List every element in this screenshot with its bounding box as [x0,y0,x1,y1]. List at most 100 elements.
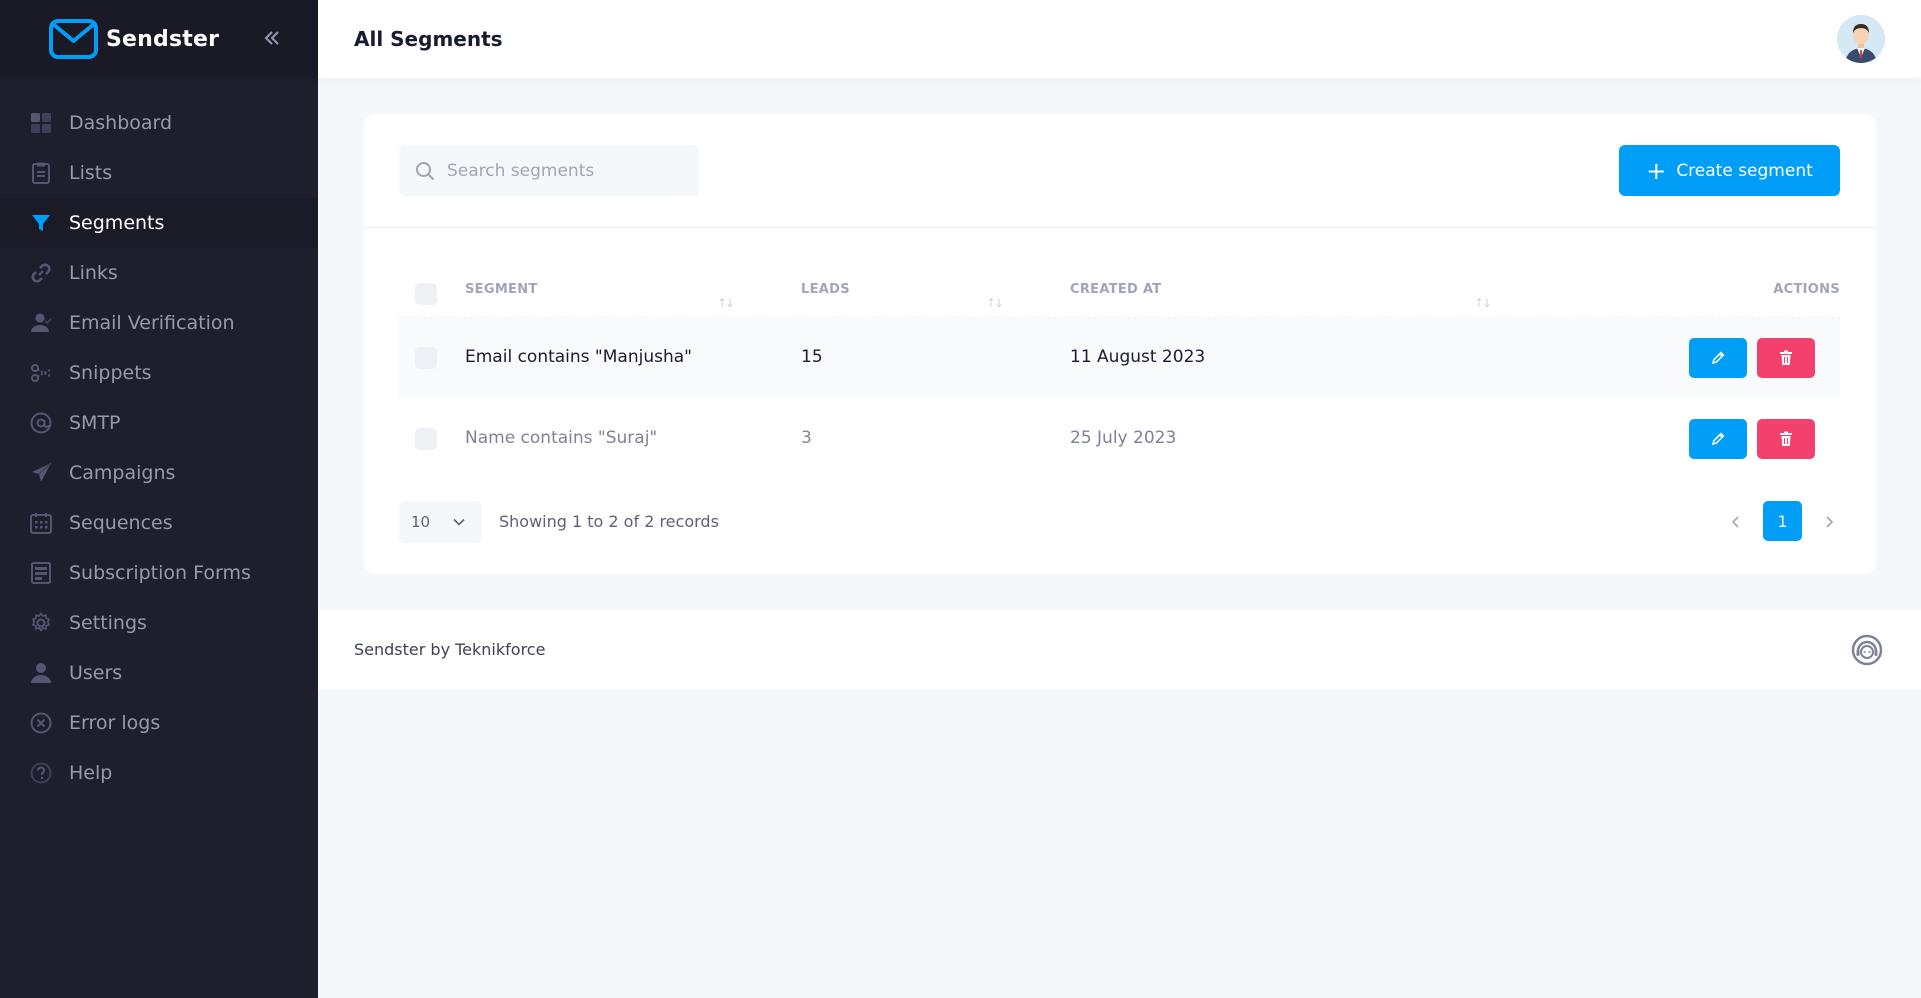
table-row[interactable]: Name contains "Suraj" 3 25 July 2023 [399,399,1840,480]
page-number-button[interactable]: 1 [1763,501,1802,541]
segment-leads: 3 [801,428,812,448]
sidebar-item-label: Subscription Forms [69,562,251,584]
column-header-actions: Actions [1773,282,1840,297]
calendar-icon [29,511,53,535]
sidebar-item-links[interactable]: Links [0,248,318,298]
segment-name: Name contains "Suraj" [465,428,658,448]
sidebar-item-label: Lists [69,162,113,184]
sidebar-item-label: Segments [69,212,165,234]
trash-icon [1780,431,1792,446]
sidebar-item-users[interactable]: Users [0,648,318,698]
support-headset-icon [1851,634,1883,666]
scissors-icon [29,361,53,385]
sidebar-item-label: Settings [69,612,147,634]
sidebar-item-email-verification[interactable]: Email Verification [0,298,318,348]
delete-button[interactable] [1757,338,1815,378]
sidebar-menu: Dashboard Lists Segments Links Email Ver… [0,78,318,798]
user-check-icon [29,311,53,335]
sidebar-item-segments[interactable]: Segments [0,198,318,248]
create-segment-label: Create segment [1676,160,1813,181]
page-title: All Segments [354,27,503,51]
sidebar-item-smtp[interactable]: SMTP [0,398,318,448]
sidebar-item-label: Sequences [69,512,173,534]
dashboard-icon [29,111,53,135]
segments-table: Segment ↑↓ Leads ↑↓ Created At ↑↓ Action… [399,264,1840,480]
sort-icon[interactable]: ↑↓ [1474,296,1492,310]
form-icon [29,561,53,585]
pencil-icon [1711,432,1725,446]
sort-icon[interactable]: ↑↓ [717,296,735,310]
sidebar-item-error-logs[interactable]: Error logs [0,698,318,748]
sidebar-item-label: Users [69,662,123,684]
brand-name: Sendster [106,26,220,52]
page-size-select[interactable]: 10 [399,501,482,543]
sidebar-collapse-button[interactable] [260,26,284,50]
circle-x-icon [29,711,53,735]
row-checkbox[interactable] [415,347,437,369]
chevron-right-icon [1826,516,1834,528]
sidebar-item-help[interactable]: Help [0,748,318,798]
brand-logo[interactable]: Sendster [49,19,219,59]
search-box[interactable] [399,145,699,196]
double-chevron-left-icon [264,31,279,45]
footer: Sendster by Teknikforce [318,610,1921,689]
user-avatar[interactable] [1837,15,1885,63]
segments-card: + Create segment Segment ↑↓ Leads ↑↓ Cre… [364,114,1876,574]
sidebar-item-campaigns[interactable]: Campaigns [0,448,318,498]
sidebar-item-dashboard[interactable]: Dashboard [0,98,318,148]
at-sign-icon [29,411,53,435]
link-icon [29,261,53,285]
paper-plane-icon [29,461,53,485]
segment-created-at: 25 July 2023 [1070,428,1177,448]
create-segment-button[interactable]: + Create segment [1619,145,1840,196]
search-icon [416,161,435,180]
select-all-checkbox[interactable] [415,283,437,305]
gear-icon [29,611,53,635]
sidebar-item-label: Error logs [69,712,161,734]
previous-page-button[interactable] [1724,510,1748,534]
clipboard-list-icon [29,161,53,185]
records-info: Showing 1 to 2 of 2 records [499,512,719,531]
sidebar-item-lists[interactable]: Lists [0,148,318,198]
support-button[interactable] [1851,634,1883,666]
sidebar-item-sequences[interactable]: Sequences [0,498,318,548]
sidebar-item-label: Snippets [69,362,152,384]
pencil-icon [1711,351,1725,365]
search-input[interactable] [447,160,677,181]
column-header-leads[interactable]: Leads [801,282,850,297]
segment-leads: 15 [801,347,823,367]
chevron-down-icon [453,518,465,526]
plus-icon: + [1646,156,1667,185]
column-header-segment[interactable]: Segment [465,282,538,297]
brand: Sendster [0,0,318,78]
top-header: All Segments [318,0,1921,78]
sidebar-item-label: Links [69,262,118,284]
page-size-value: 10 [411,513,431,531]
sidebar-item-label: Campaigns [69,462,176,484]
edit-button[interactable] [1689,338,1747,378]
row-checkbox[interactable] [415,428,437,450]
envelope-logo-icon [49,19,98,59]
footer-credit: Sendster by Teknikforce [354,640,546,659]
funnel-icon [29,211,53,235]
edit-button[interactable] [1689,419,1747,459]
sidebar-item-label: SMTP [69,412,121,434]
trash-icon [1780,350,1792,365]
sidebar-item-label: Dashboard [69,112,173,134]
sidebar-item-settings[interactable]: Settings [0,598,318,648]
chevron-left-icon [1731,516,1739,528]
sidebar-item-label: Help [69,762,113,784]
sidebar-item-label: Email Verification [69,312,235,334]
question-circle-icon [29,761,53,785]
delete-button[interactable] [1757,419,1815,459]
sort-icon[interactable]: ↑↓ [986,296,1004,310]
user-icon [29,661,53,685]
sidebar: Sendster Dashboard Lists Segments Links … [0,0,318,998]
sidebar-item-snippets[interactable]: Snippets [0,348,318,398]
table-header: Segment ↑↓ Leads ↑↓ Created At ↑↓ Action… [399,264,1840,318]
card-toolbar: + Create segment [364,114,1876,228]
column-header-created-at[interactable]: Created At [1070,282,1161,297]
table-row[interactable]: Email contains "Manjusha" 15 11 August 2… [399,318,1840,399]
next-page-button[interactable] [1817,510,1841,534]
sidebar-item-subscription-forms[interactable]: Subscription Forms [0,548,318,598]
